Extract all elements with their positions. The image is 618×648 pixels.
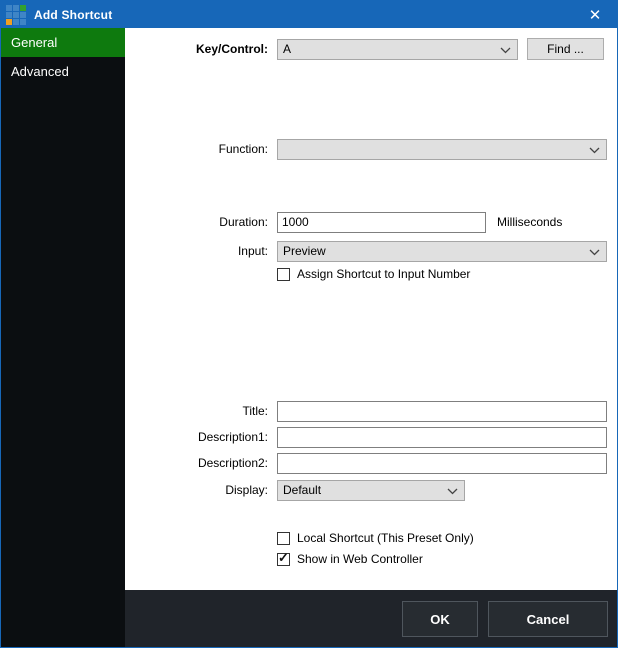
title-bar: Add Shortcut ✕ (1, 1, 617, 28)
app-icon-square (6, 12, 12, 18)
content-column: Key/Control: A Find ... Function: (125, 28, 617, 647)
find-button[interactable]: Find ... (527, 38, 604, 60)
duration-row: Duration: Milliseconds (125, 211, 562, 233)
local-shortcut-checkbox-label: Local Shortcut (This Preset Only) (297, 531, 474, 545)
function-row: Function: (125, 138, 607, 160)
dialog-body: General Advanced Key/Control: A (1, 28, 617, 647)
display-row: Display: Default (125, 479, 465, 501)
function-label: Function: (125, 142, 273, 156)
app-icon-square (6, 5, 12, 11)
close-button[interactable]: ✕ (573, 1, 617, 28)
close-icon: ✕ (589, 6, 602, 24)
input-row: Input: Preview (125, 240, 607, 262)
title-label: Title: (125, 404, 273, 418)
add-shortcut-dialog: Add Shortcut ✕ General Advanced Key/Cont… (0, 0, 618, 648)
key-control-row: Key/Control: A Find ... (125, 38, 604, 60)
local-shortcut-checkbox-row: Local Shortcut (This Preset Only) (277, 531, 474, 545)
web-controller-checkbox[interactable]: ✓ (277, 553, 290, 566)
duration-label: Duration: (125, 215, 273, 229)
description2-label: Description2: (125, 456, 273, 470)
key-control-dropdown[interactable]: A (277, 39, 518, 60)
ok-button[interactable]: OK (402, 601, 478, 637)
assign-shortcut-checkbox-label: Assign Shortcut to Input Number (297, 267, 470, 281)
function-dropdown[interactable] (277, 139, 607, 160)
local-shortcut-checkbox[interactable] (277, 532, 290, 545)
app-icon-square (6, 19, 12, 25)
input-dropdown[interactable]: Preview (277, 241, 607, 262)
key-control-value: A (283, 42, 291, 56)
app-icon-square (13, 12, 19, 18)
sidebar-item-general[interactable]: General (1, 28, 125, 57)
app-icon-square (20, 19, 26, 25)
app-icon-square (13, 19, 19, 25)
key-control-label: Key/Control: (125, 42, 273, 56)
description2-input[interactable] (277, 453, 607, 474)
display-label: Display: (125, 483, 273, 497)
assign-shortcut-checkbox[interactable] (277, 268, 290, 281)
input-value: Preview (283, 244, 326, 258)
display-dropdown[interactable]: Default (277, 480, 465, 501)
chevron-down-icon (589, 147, 600, 154)
cancel-button[interactable]: Cancel (488, 601, 608, 637)
app-icon (6, 5, 26, 25)
web-controller-checkbox-label: Show in Web Controller (297, 552, 423, 566)
duration-input[interactable] (277, 212, 486, 233)
sidebar-item-label: Advanced (11, 64, 69, 79)
input-label: Input: (125, 244, 273, 258)
description1-row: Description1: (125, 426, 607, 448)
description1-input[interactable] (277, 427, 607, 448)
sidebar: General Advanced (1, 28, 125, 647)
title-input[interactable] (277, 401, 607, 422)
duration-unit-label: Milliseconds (497, 215, 562, 229)
sidebar-item-advanced[interactable]: Advanced (1, 57, 125, 86)
general-tab-panel: Key/Control: A Find ... Function: (125, 28, 617, 590)
chevron-down-icon (500, 47, 511, 54)
display-value: Default (283, 483, 321, 497)
chevron-down-icon (589, 249, 600, 256)
web-controller-checkbox-row: ✓ Show in Web Controller (277, 552, 423, 566)
description2-row: Description2: (125, 452, 607, 474)
checkmark-icon: ✓ (278, 550, 289, 566)
title-row: Title: (125, 400, 607, 422)
window-title: Add Shortcut (34, 8, 112, 22)
app-icon-square (13, 5, 19, 11)
app-icon-square (20, 5, 26, 11)
app-icon-square (20, 12, 26, 18)
assign-shortcut-checkbox-row: Assign Shortcut to Input Number (277, 267, 470, 281)
description1-label: Description1: (125, 430, 273, 444)
dialog-footer: OK Cancel (125, 590, 617, 647)
sidebar-item-label: General (11, 35, 57, 50)
chevron-down-icon (447, 488, 458, 495)
